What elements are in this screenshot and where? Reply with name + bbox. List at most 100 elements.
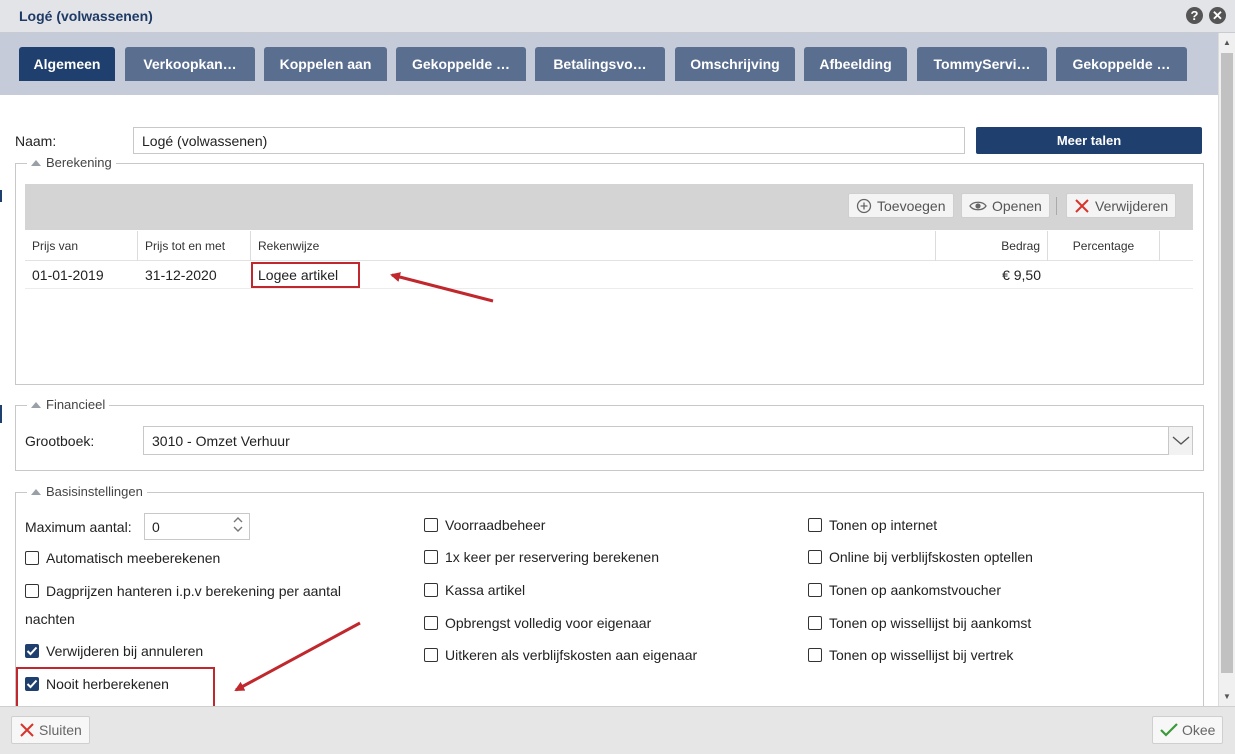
checkbox-box[interactable] [808, 583, 822, 597]
table-row[interactable]: 01-01-2019 31-12-2020 Logee artikel € 9,… [25, 261, 1193, 289]
grid-toolbar: Toevoegen Openen Verwijderen [25, 184, 1193, 230]
dialog-footer: Sluiten Okee [0, 706, 1235, 754]
checkbox-label: Tonen op internet [829, 517, 938, 533]
eye-icon [969, 201, 987, 210]
grid-header: Prijs van Prijs tot en met Rekenwijze Be… [25, 231, 1193, 261]
checkbox-box[interactable] [424, 616, 438, 630]
left-edge-marker [0, 405, 2, 423]
checkbox-automatisch-meeberekenen[interactable]: Automatisch meeberekenen [25, 550, 220, 566]
help-icon[interactable]: ? [1186, 7, 1203, 24]
spin-up-icon[interactable] [233, 517, 243, 523]
checkbox-box[interactable] [424, 550, 438, 564]
grootboek-value: 3010 - Omzet Verhuur [152, 432, 290, 449]
checkbox-aankomstvoucher[interactable]: Tonen op aankomstvoucher [808, 582, 1001, 598]
window-title: Logé (volwassenen) [19, 8, 153, 24]
checkbox-voorraadbeheer[interactable]: Voorraadbeheer [424, 517, 545, 533]
scroll-up-icon[interactable]: ▲ [1223, 38, 1231, 47]
checkbox-label: Online bij verblijfskosten optellen [829, 549, 1033, 565]
tab-gekoppelde-2[interactable]: Gekoppelde … [1056, 47, 1187, 81]
checkbox-label: Kassa artikel [445, 582, 526, 598]
checkbox-wissellijst-vertrek[interactable]: Tonen op wissellijst bij vertrek [808, 647, 1013, 663]
scroll-down-icon[interactable]: ▼ [1223, 692, 1231, 701]
col-header-prijs-tot[interactable]: Prijs tot en met [138, 231, 251, 261]
grootboek-select[interactable]: 3010 - Omzet Verhuur [143, 426, 1193, 455]
close-icon[interactable]: ✕ [1209, 7, 1226, 24]
scrollbar-thumb[interactable] [1221, 53, 1233, 673]
checkbox-dagprijzen-hanteren[interactable]: Dagprijzen hanteren i.p.v berekening per… [25, 583, 341, 599]
naam-label: Naam: [15, 133, 57, 149]
plus-circle-icon [856, 198, 872, 213]
checkbox-box[interactable] [25, 584, 39, 598]
tab-verkoopkanalen[interactable]: Verkoopkan… [125, 47, 255, 81]
financieel-legend[interactable]: Financieel [27, 397, 110, 412]
basisinstellingen-legend[interactable]: Basisinstellingen [27, 484, 147, 499]
checkbox-opbrengst-eigenaar[interactable]: Opbrengst volledig voor eigenaar [424, 615, 651, 631]
checkbox-verwijderen-bij-annuleren[interactable]: Verwijderen bij annuleren [25, 643, 203, 659]
checkbox-uitkeren-verblijfskosten[interactable]: Uitkeren als verblijfskosten aan eigenaa… [424, 647, 697, 663]
verwijderen-button[interactable]: Verwijderen [1066, 193, 1177, 218]
sluiten-label: Sluiten [39, 722, 82, 738]
naam-input[interactable]: Logé (volwassenen) [133, 127, 965, 154]
cell-percentage [1048, 261, 1160, 289]
tab-tommyservice[interactable]: TommyServi… [917, 47, 1047, 81]
checkmark-icon [26, 646, 38, 656]
financieel-legend-label: Financieel [46, 397, 106, 412]
toolbar-divider [1056, 197, 1057, 215]
sluiten-button[interactable]: Sluiten [11, 716, 90, 744]
berekening-legend[interactable]: Berekening [27, 155, 116, 170]
checkbox-box[interactable] [25, 551, 39, 565]
spinner-arrows[interactable] [233, 517, 243, 532]
toevoegen-button[interactable]: Toevoegen [848, 193, 954, 218]
checkbox-kassa-artikel[interactable]: Kassa artikel [424, 582, 525, 598]
checkbox-box[interactable] [424, 648, 438, 662]
cell-prijs-van: 01-01-2019 [32, 267, 104, 283]
col-header-rekenwijze[interactable]: Rekenwijze [251, 231, 936, 261]
spin-down-icon[interactable] [233, 526, 243, 532]
checkbox-label: Automatisch meeberekenen [46, 550, 221, 566]
checkbox-wissellijst-aankomst[interactable]: Tonen op wissellijst bij aankomst [808, 615, 1031, 631]
close-x-icon [20, 723, 34, 737]
cell-prijs-tot: 31-12-2020 [145, 267, 217, 283]
checkbox-box[interactable] [424, 518, 438, 532]
cell-bedrag: € 9,50 [1002, 267, 1041, 283]
maximum-aantal-label: Maximum aantal: [25, 519, 132, 535]
tab-gekoppelde-1[interactable]: Gekoppelde … [396, 47, 526, 81]
checkbox-label: 1x keer per reservering berekenen [445, 549, 660, 565]
checkbox-box[interactable] [808, 616, 822, 630]
checkbox-label: Dagprijzen hanteren i.p.v berekening per… [46, 583, 341, 599]
checkbox-box[interactable] [808, 648, 822, 662]
checkbox-box[interactable] [424, 583, 438, 597]
maximum-aantal-value: 0 [152, 518, 160, 535]
checkbox-online-verblijfskosten[interactable]: Online bij verblijfskosten optellen [808, 549, 1033, 565]
col-header-percentage[interactable]: Percentage [1048, 231, 1160, 261]
checkbox-tonen-op-internet[interactable]: Tonen op internet [808, 517, 937, 533]
basisinstellingen-legend-label: Basisinstellingen [46, 484, 143, 499]
col-header-prijs-van[interactable]: Prijs van [25, 231, 138, 261]
meer-talen-button[interactable]: Meer talen [976, 127, 1202, 154]
checkbox-label: Tonen op wissellijst bij aankomst [829, 615, 1032, 631]
annotation-highlight-box [16, 667, 215, 709]
openen-button[interactable]: Openen [961, 193, 1050, 218]
vertical-scrollbar[interactable]: ▲ ▼ [1218, 33, 1235, 706]
checkbox-box[interactable] [808, 550, 822, 564]
checkbox-label: Tonen op wissellijst bij vertrek [829, 647, 1014, 663]
checkbox-label: Voorraadbeheer [445, 517, 546, 533]
collapse-triangle-icon [31, 159, 41, 166]
okee-button[interactable]: Okee [1152, 716, 1224, 744]
verwijderen-label: Verwijderen [1095, 197, 1169, 214]
berekening-legend-label: Berekening [46, 155, 112, 170]
toevoegen-label: Toevoegen [877, 197, 946, 214]
checkbox-box[interactable] [808, 518, 822, 532]
chevron-down-icon[interactable] [1168, 427, 1192, 455]
tab-betalingsvoorwaarden[interactable]: Betalingsvo… [535, 47, 665, 81]
maximum-aantal-stepper[interactable]: 0 [144, 513, 250, 540]
col-header-bedrag[interactable]: Bedrag [936, 231, 1048, 261]
checkbox-box[interactable] [25, 644, 39, 658]
tab-omschrijving[interactable]: Omschrijving [675, 47, 795, 81]
tab-afbeelding[interactable]: Afbeelding [804, 47, 907, 81]
tab-koppelen-aan[interactable]: Koppelen aan [264, 47, 387, 81]
tab-algemeen[interactable]: Algemeen [19, 47, 115, 81]
delete-x-icon [1075, 198, 1089, 213]
checkbox-1x-per-reservering[interactable]: 1x keer per reservering berekenen [424, 549, 659, 565]
checkbox-label: Uitkeren als verblijfskosten aan eigenaa… [445, 647, 698, 663]
